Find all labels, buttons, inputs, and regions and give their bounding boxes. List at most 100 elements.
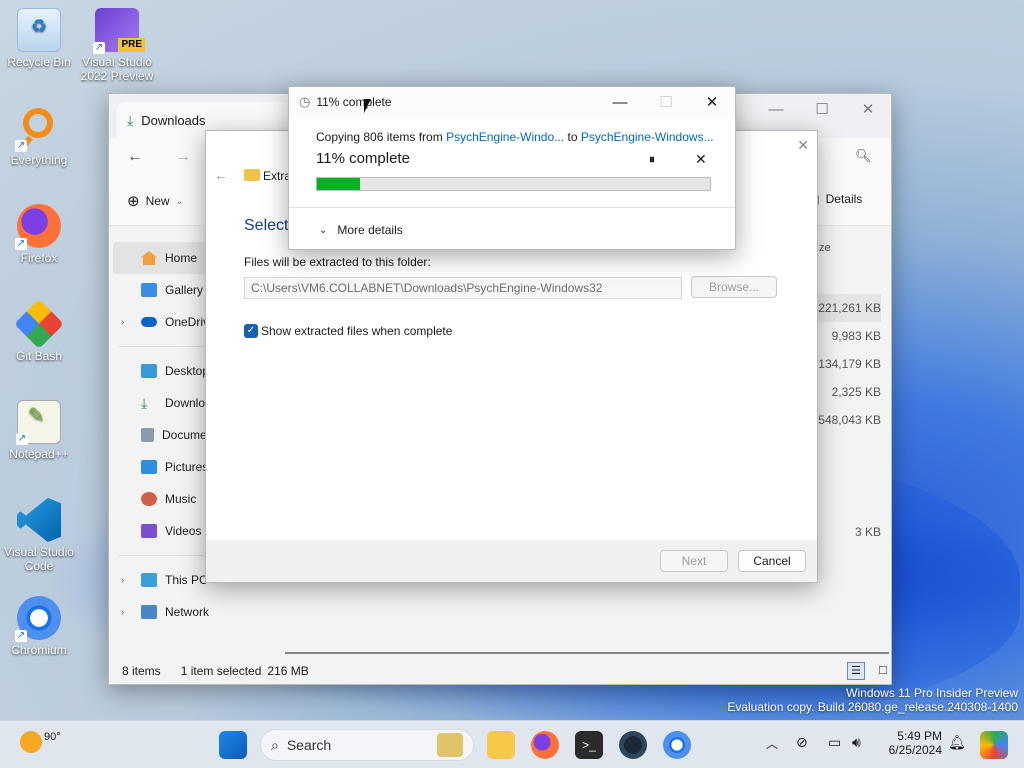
back-arrow-icon[interactable]: ←	[127, 148, 143, 166]
destination-folder-link[interactable]: PsychEngine-Windows...	[581, 130, 714, 144]
zip-folder-icon	[244, 169, 260, 181]
next-button[interactable]: Next	[660, 550, 728, 572]
music-icon	[141, 492, 157, 506]
sun-icon	[20, 731, 42, 753]
os-watermark: Windows 11 Pro Insider Preview Evaluatio…	[727, 686, 1018, 714]
firefox-taskbar-icon[interactable]	[531, 731, 559, 759]
network-status-icon[interactable]: ⊘	[796, 734, 808, 751]
taskbar-search[interactable]: ⌕ Search	[260, 729, 474, 761]
horizontal-scrollbar[interactable]	[285, 652, 889, 654]
chromium-icon: ↗	[15, 596, 61, 642]
size-column-header[interactable]: ze	[819, 242, 831, 254]
git-bash-icon	[14, 299, 64, 349]
pause-icon[interactable]: ⏸	[649, 152, 655, 167]
videos-icon	[141, 524, 157, 538]
tiles-view-icon[interactable]: □	[879, 662, 887, 677]
to-word: to	[567, 130, 578, 144]
more-details-label: More details	[337, 223, 403, 237]
desktop-icon-everything[interactable]: ↗ Everything	[1, 106, 77, 167]
desktop-icon-label: Visual Studio 2022 Preview	[80, 55, 154, 83]
desktop-icon-visual-studio[interactable]: ↗ PRE Visual Studio 2022 Preview	[79, 8, 155, 83]
desktop-icon-label: Everything	[10, 153, 68, 167]
new-label: New	[145, 194, 170, 208]
source-folder-link[interactable]: PsychEngine-Windo...	[446, 130, 564, 144]
chevron-down-icon: ⌄	[319, 224, 328, 236]
sidebar-item-label: This PC	[165, 573, 208, 587]
minimize-button[interactable]: —	[753, 94, 799, 124]
chevron-up-icon[interactable]: ︿	[766, 735, 778, 752]
clock[interactable]: 5:49 PM 6/25/2024	[880, 729, 942, 757]
new-button[interactable]: ⊕ New ⌄	[127, 192, 183, 210]
watermark-line-1: Windows 11 Pro Insider Preview	[846, 686, 1018, 700]
progress-bar-fill	[317, 178, 361, 190]
everything-search-icon: ↗	[15, 106, 61, 152]
cancel-copy-icon[interactable]: ✕	[695, 151, 707, 168]
desktop-icon-chromium[interactable]: ↗ Chromium	[1, 596, 77, 657]
selected-size: 216 MB	[267, 664, 309, 678]
desktop-icon-vscode[interactable]: Visual Studio Code	[1, 498, 77, 573]
steam-taskbar-icon[interactable]	[619, 731, 647, 759]
network-icon	[141, 605, 157, 619]
show-files-checkbox[interactable]: ✓	[244, 324, 258, 338]
tab-title: Downloads	[141, 112, 206, 128]
shortcut-arrow-icon: ↗	[15, 238, 27, 250]
destination-path-input[interactable]: C:\Users\VM6.COLLABNET\Downloads\PsychEn…	[244, 277, 682, 299]
document-icon	[141, 428, 154, 442]
display-icon[interactable]: ▭	[828, 734, 841, 751]
details-view-icon[interactable]: ☰	[847, 662, 865, 680]
terminal-taskbar-icon[interactable]: >_	[575, 731, 603, 759]
sidebar-item-label: Downlo	[165, 396, 206, 410]
volume-icon[interactable]: 🔊︎	[852, 734, 861, 751]
desktop-icon-recycle-bin[interactable]: ♻ Recycle Bin	[1, 8, 77, 69]
file-explorer-taskbar-icon[interactable]	[487, 731, 515, 759]
notification-bell-icon[interactable]: 🔔︎	[948, 734, 966, 751]
shortcut-arrow-icon: ↗	[15, 630, 27, 642]
search-icon[interactable]: 🔍︎	[855, 148, 872, 164]
visual-studio-icon: ↗ PRE	[93, 8, 145, 54]
dialog-divider	[289, 207, 735, 208]
close-button[interactable]: ✕	[689, 87, 735, 117]
back-arrow-icon[interactable]: ←	[214, 167, 228, 183]
start-button[interactable]	[219, 731, 247, 759]
minimize-button[interactable]: —	[597, 87, 643, 117]
dialog-heading: Select	[244, 217, 289, 234]
progress-status: 11% complete	[316, 150, 410, 167]
browse-button[interactable]: Browse...	[691, 276, 777, 298]
taskbar: 90° ⌕ Search >_ ︿ ⊘ ▭ 🔊︎ 5:49 PM 6/25/20…	[0, 720, 1024, 768]
firefox-icon: ↗	[15, 204, 61, 250]
search-icon: ⌕	[271, 736, 279, 753]
maximize-button[interactable]: ☐	[643, 87, 689, 117]
cloud-icon	[141, 317, 157, 327]
weather-widget[interactable]: 90°	[20, 731, 61, 753]
folder-label: Files will be extracted to this folder:	[244, 255, 431, 269]
chromium-taskbar-icon[interactable]	[663, 731, 691, 759]
copying-prefix: Copying 806 items from	[316, 130, 443, 144]
more-details-toggle[interactable]: ⌄ More details	[319, 223, 403, 237]
sidebar-item-label: Gallery	[165, 283, 204, 297]
desktop-icon-notepad-plus-plus[interactable]: ✎ ↗ Notepad++	[1, 400, 77, 461]
close-icon[interactable]: ✕	[797, 137, 809, 154]
copy-progress-dialog: ◷ 11% complete — ☐ ✕ Copying 806 items f…	[288, 86, 736, 250]
clock-date: 6/25/2024	[888, 743, 942, 757]
download-icon: ⤓	[141, 394, 148, 411]
shortcut-arrow-icon: ↗	[15, 140, 27, 152]
forward-arrow-icon[interactable]: →	[175, 148, 191, 166]
details-button[interactable]: ▯ Details	[813, 192, 862, 206]
copilot-icon[interactable]	[980, 731, 1008, 759]
desktop-icon-label: Git Bash	[15, 349, 63, 363]
sidebar-item-label: Music	[165, 492, 197, 506]
notepad-plus-plus-icon: ✎ ↗	[16, 400, 61, 445]
pre-badge: PRE	[118, 38, 145, 52]
selected-count: 1 item selected	[180, 664, 262, 678]
close-button[interactable]: ✕	[845, 94, 891, 124]
copy-dialog-titlebar: ◷ 11% complete — ☐ ✕	[289, 87, 735, 117]
vscode-icon	[17, 498, 61, 542]
watermark-line-2: Evaluation copy. Build 26080.ge_release.…	[727, 700, 1018, 714]
desktop-icon-firefox[interactable]: ↗ Firefox	[1, 204, 77, 265]
cancel-button[interactable]: Cancel	[738, 550, 806, 572]
maximize-button[interactable]: ☐	[799, 94, 845, 124]
progress-bar	[316, 177, 711, 191]
sidebar-item-network[interactable]: › Network	[109, 596, 264, 628]
desktop-icon-git-bash[interactable]: Git Bash	[1, 299, 77, 363]
selection-info: 1 item selected 216 MB	[181, 664, 309, 678]
